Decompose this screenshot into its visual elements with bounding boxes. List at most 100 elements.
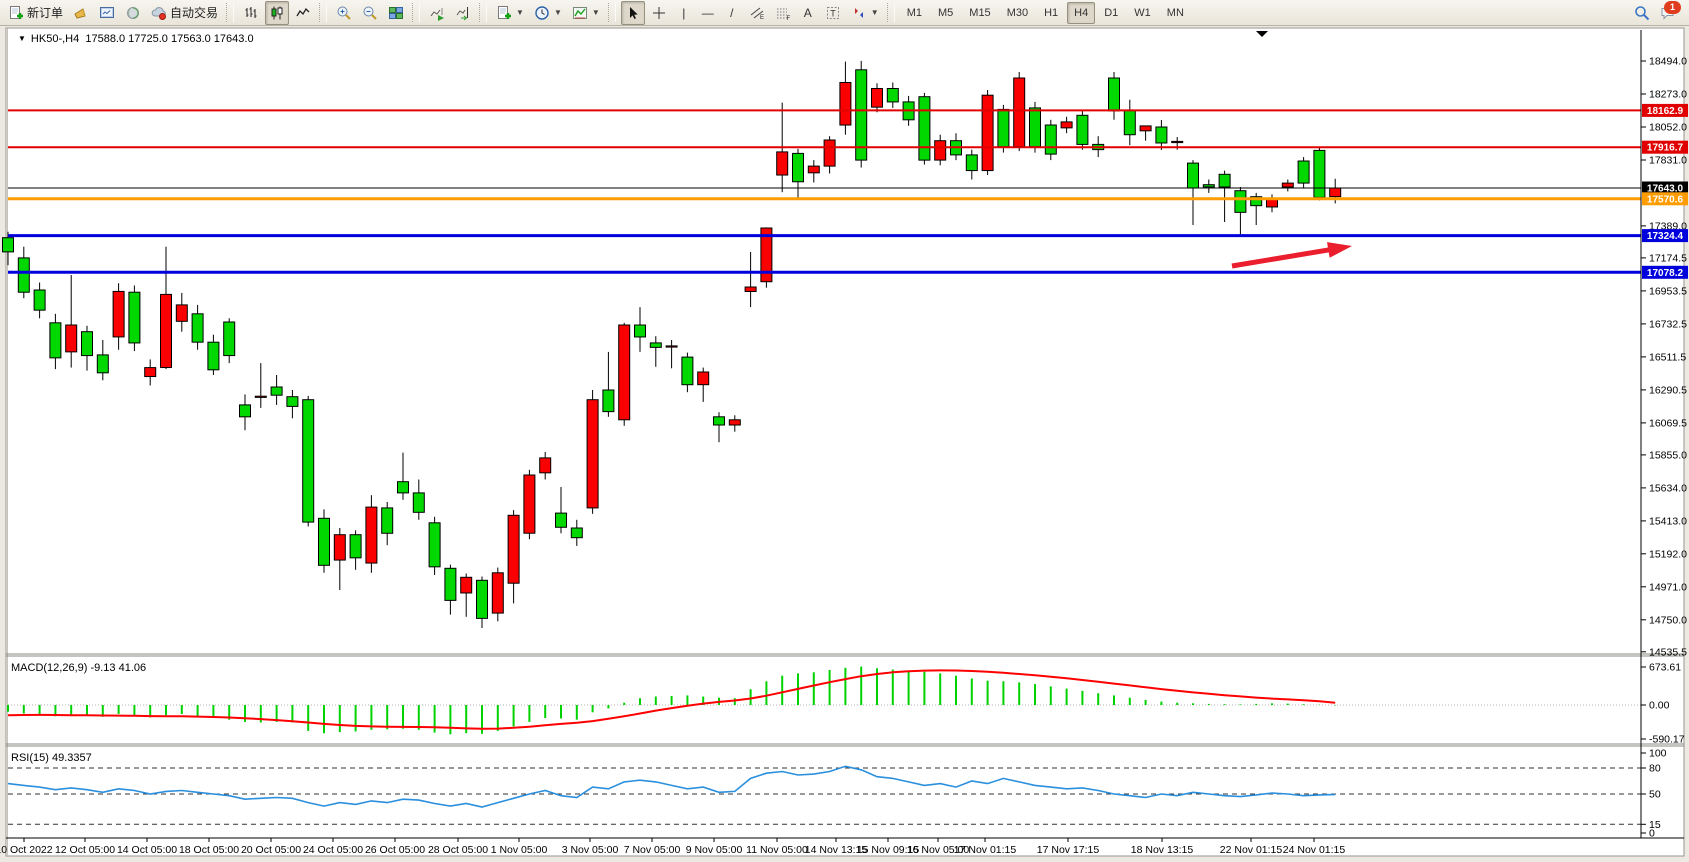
svg-text:17916.7: 17916.7 [1647,143,1684,154]
svg-text:26 Oct 05:00: 26 Oct 05:00 [365,844,425,856]
arrows-button-caret-icon: ▼ [871,8,879,17]
svg-text:1 Nov 05:00: 1 Nov 05:00 [491,844,548,856]
tf-m30-label: M30 [1007,7,1028,19]
vertical-line-button[interactable]: | [673,1,695,25]
svg-text:20 Oct 05:00: 20 Oct 05:00 [241,844,301,856]
tf-h4-label: H4 [1074,7,1088,19]
tf-m15[interactable]: M15 [962,2,997,24]
new-chart-dropdown[interactable]: ▼ [492,1,528,25]
chart-shift-button[interactable] [451,1,475,25]
tf-m1[interactable]: M1 [900,2,929,24]
svg-text:11 Nov 05:00: 11 Nov 05:00 [746,844,808,856]
template-dropdown[interactable]: ▼ [568,1,604,25]
svg-text:18273.0: 18273.0 [1649,89,1687,101]
svg-text:16953.5: 16953.5 [1649,285,1687,297]
svg-text:E: E [760,15,764,21]
candlestick-chart-canvas[interactable]: 18494.018273.018052.017831.017389.017174… [0,26,1689,862]
tf-m5[interactable]: M5 [931,2,960,24]
zoom-in-button[interactable] [332,1,356,25]
announcement-button[interactable] [69,1,93,25]
cursor-button[interactable] [621,1,645,25]
toolbar-separator [887,3,895,22]
svg-text:14535.5: 14535.5 [1649,646,1687,658]
svg-text:0: 0 [1649,828,1655,840]
svg-text:14971.0: 14971.0 [1649,581,1687,593]
svg-text:16069.5: 16069.5 [1649,417,1687,429]
cursor-icon [625,5,641,21]
fibonacci-button[interactable]: F [771,1,795,25]
svg-text:18494.0: 18494.0 [1649,56,1687,68]
channel-button[interactable]: E [745,1,769,25]
period-dropdown[interactable]: ▼ [530,1,566,25]
zoom-out-button[interactable] [358,1,382,25]
bars-icon [243,5,259,21]
horizontal-line-button-glyph: — [701,6,715,20]
toolbar-group-chart-types [238,0,316,25]
tf-mn[interactable]: MN [1160,2,1191,24]
tile-icon [388,5,404,21]
svg-text:3 Nov 05:00: 3 Nov 05:00 [562,844,619,856]
doc-plus-icon [8,5,24,21]
svg-text:16511.5: 16511.5 [1649,351,1686,363]
tf-m15-label: M15 [969,7,990,19]
tf-h4[interactable]: H4 [1067,2,1095,24]
chat-button[interactable]: 1 [1656,1,1680,25]
tf-w1[interactable]: W1 [1127,2,1158,24]
tf-m30[interactable]: M30 [1000,2,1035,24]
new-chart-dropdown-caret-icon: ▼ [516,8,524,17]
svg-text:9 Nov 05:00: 9 Nov 05:00 [686,844,743,856]
svg-text:16290.5: 16290.5 [1649,384,1687,396]
toolbar-group-dropdowns: ▼▼▼ [491,0,605,25]
tf-mn-label: MN [1167,7,1184,19]
svg-text:18052.0: 18052.0 [1649,122,1687,134]
chat-button-badge: 1 [1664,1,1681,14]
search-icon [1634,5,1650,21]
svg-text:12 Oct 05:00: 12 Oct 05:00 [55,844,115,856]
tile-windows-button[interactable] [384,1,408,25]
horn-icon [73,5,89,21]
toolbar-separator [479,3,487,22]
svg-text:F: F [786,16,790,21]
toolbar-group-zoom [331,0,409,25]
autotrade-button[interactable]: 自动交易 [147,1,222,25]
toolbar-separator [412,3,420,22]
bar-chart-button[interactable] [239,1,263,25]
trendline-button[interactable]: / [721,1,743,25]
auto-scroll-button[interactable] [425,1,449,25]
toolbar-group-orders: 新订单 自动交易 [3,0,223,25]
svg-text:17570.6: 17570.6 [1647,194,1684,205]
main-toolbar: 新订单自动交易▼▼▼|—/EFAT▼M1M5M15M30H1H4D1W1MN1 [0,0,1689,26]
horizontal-line-button[interactable]: — [697,1,719,25]
svg-text:673.61: 673.61 [1649,662,1681,674]
arrows-button[interactable]: ▼ [847,1,883,25]
svg-text:24 Nov 01:15: 24 Nov 01:15 [1283,844,1346,856]
svg-text:28 Oct 05:00: 28 Oct 05:00 [428,844,488,856]
fibo-icon: F [775,5,791,21]
svg-text:0.00: 0.00 [1649,700,1670,712]
toolbar-separator [608,3,616,22]
new-order-button[interactable]: 新订单 [4,1,67,25]
svg-text:50: 50 [1649,789,1661,801]
tf-m1-label: M1 [907,7,922,19]
label-button[interactable]: T [821,1,845,25]
tf-h1[interactable]: H1 [1037,2,1065,24]
tf-d1[interactable]: D1 [1097,2,1125,24]
chart-window-button[interactable] [95,1,119,25]
chartshift-icon [455,5,471,21]
candlestick-button[interactable] [265,1,289,25]
community-button[interactable] [121,1,145,25]
toolbar-group-draw-tools: | — / E F AT ▼ [620,0,884,25]
channel-icon: E [749,5,765,21]
search-button[interactable] [1630,1,1654,25]
crosshair-icon [651,5,667,21]
svg-text:18 Oct 05:00: 18 Oct 05:00 [179,844,239,856]
svg-text:22 Nov 01:15: 22 Nov 01:15 [1220,844,1283,856]
new-order-button-label: 新订单 [27,4,63,21]
svg-text:15855.0: 15855.0 [1649,449,1687,461]
text-button[interactable]: A [797,1,819,25]
crosshair-button[interactable] [647,1,671,25]
line-chart-button[interactable] [291,1,315,25]
toolbar-group-timeframes: M1 M5 M15 M30 H1 H4 D1W1 MN [899,0,1192,25]
tf-m5-label: M5 [938,7,953,19]
cloud-red-icon [151,5,167,21]
